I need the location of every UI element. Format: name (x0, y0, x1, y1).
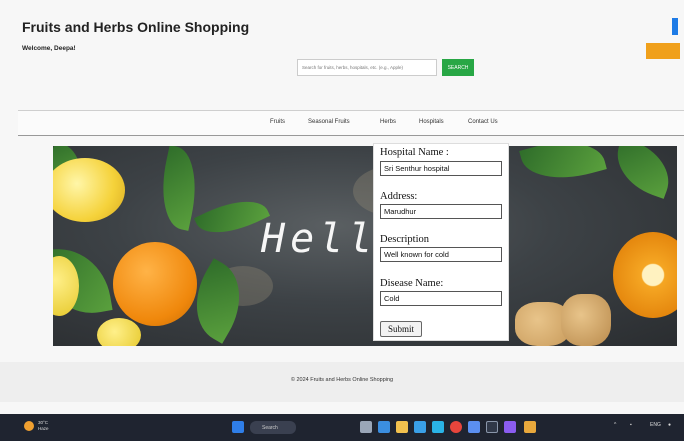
ginger-image (561, 294, 611, 346)
description-input[interactable]: Well known for cold (380, 247, 502, 262)
app-icon[interactable] (524, 421, 536, 433)
edge-browser-icon[interactable] (414, 421, 426, 433)
disease-name-input[interactable]: Cold (380, 291, 502, 306)
nav-item-herbs[interactable]: Herbs (380, 119, 396, 125)
vscode-icon[interactable] (504, 421, 516, 433)
terminal-icon[interactable] (486, 421, 498, 433)
welcome-message: Welcome, Deepa! (22, 45, 76, 52)
orange-image (113, 242, 197, 326)
logout-button[interactable] (646, 43, 680, 59)
footer-copyright: © 2024 Fruits and Herbs Online Shopping (290, 377, 394, 383)
browser-page: Fruits and Herbs Online Shopping Welcome… (0, 0, 684, 441)
weather-text[interactable]: 30°C Haze (38, 420, 49, 432)
lemon-image (97, 318, 141, 346)
hospital-name-label: Hospital Name : (380, 147, 449, 158)
site-title: Fruits and Herbs Online Shopping (22, 19, 250, 35)
widgets-icon[interactable] (378, 421, 390, 433)
nav-item-contact-us[interactable]: Contact Us (468, 119, 498, 125)
network-icon[interactable]: ▪ (630, 422, 632, 428)
submit-button[interactable]: Submit (380, 321, 422, 337)
hero-banner: Hello a ! (53, 146, 677, 346)
disease-name-label: Disease Name: (380, 278, 444, 289)
tray-chevron-icon[interactable]: ^ (614, 422, 616, 428)
search-button[interactable]: SEARCH (442, 59, 474, 76)
blue-tab-indicator[interactable] (672, 18, 678, 35)
notification-icon[interactable]: ● (668, 422, 671, 428)
app-icon[interactable] (468, 421, 480, 433)
taskbar-search[interactable]: Search (250, 421, 296, 434)
nav-item-hospitals[interactable]: Hospitals (419, 119, 444, 125)
store-icon[interactable] (432, 421, 444, 433)
weather-desc: Haze (38, 426, 49, 431)
language-indicator[interactable]: ENG (650, 422, 661, 428)
weather-icon[interactable] (24, 421, 34, 431)
hospital-name-input[interactable]: Sri Senthur hospital (380, 161, 502, 176)
search-input[interactable]: Search for fruits, herbs, hospitals, etc… (297, 59, 437, 76)
task-view-icon[interactable] (360, 421, 372, 433)
address-label: Address: (380, 191, 418, 202)
taskbar: 30°C Haze Search ^ ▪ ENG ● (0, 414, 684, 441)
windows-start-icon[interactable] (232, 421, 244, 433)
nav-bar: Fruits Seasonal Fruits Herbs Hospitals C… (18, 110, 684, 136)
address-input[interactable]: Marudhur (380, 204, 502, 219)
description-label: Description (380, 234, 429, 245)
nav-item-fruits[interactable]: Fruits (270, 119, 285, 125)
chrome-icon[interactable] (450, 421, 462, 433)
hospital-form: Hospital Name : Sri Senthur hospital Add… (373, 143, 509, 341)
footer: © 2024 Fruits and Herbs Online Shopping (0, 362, 684, 402)
file-explorer-icon[interactable] (396, 421, 408, 433)
nav-item-seasonal-fruits[interactable]: Seasonal Fruits (308, 119, 350, 125)
